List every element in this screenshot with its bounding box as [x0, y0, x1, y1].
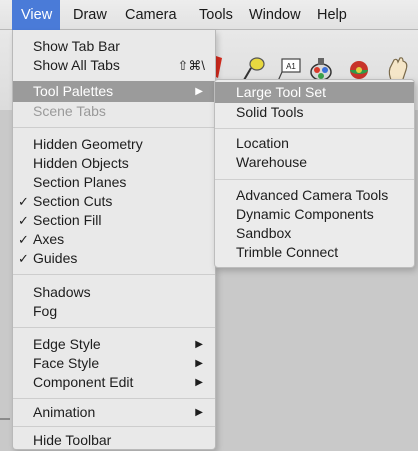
menu-separator	[13, 127, 215, 128]
menu-item-hide-toolbar[interactable]: Hide Toolbar	[13, 430, 215, 451]
submenu-item-sandbox[interactable]: Sandbox	[215, 223, 414, 244]
menu-item-fog[interactable]: Fog	[13, 301, 215, 322]
menu-item-shadows[interactable]: Shadows	[13, 282, 215, 303]
menu-view[interactable]: View	[12, 0, 60, 30]
menu-separator	[13, 327, 215, 328]
menu-separator	[215, 179, 414, 180]
menu-item-component-edit[interactable]: Component Edit ▶	[13, 372, 215, 393]
submenu-arrow-icon: ▶	[195, 377, 203, 388]
submenu-item-location[interactable]: Location	[215, 133, 414, 154]
submenu-item-label: Advanced Camera Tools	[236, 187, 389, 203]
menu-item-guides[interactable]: ✓ Guides	[13, 248, 215, 269]
submenu-arrow-icon: ▶	[195, 358, 203, 369]
menu-item-label: Shadows	[33, 284, 91, 300]
submenu-item-solid-tools[interactable]: Solid Tools	[215, 102, 414, 123]
submenu-item-large-tool-set[interactable]: Large Tool Set	[215, 82, 414, 103]
menu-help[interactable]: Help	[308, 0, 356, 30]
submenu-item-label: Dynamic Components	[236, 206, 374, 222]
menu-item-label: Section Fill	[33, 212, 102, 228]
menu-item-label: Hidden Geometry	[33, 136, 143, 152]
menu-item-label: Scene Tabs	[33, 103, 106, 119]
menu-item-show-all-tabs[interactable]: Show All Tabs ⇧⌘\	[13, 55, 215, 76]
keyboard-shortcut: ⇧⌘\	[177, 58, 205, 73]
menu-item-label: Face Style	[33, 355, 100, 371]
menu-separator	[13, 274, 215, 275]
checkmark-icon: ✓	[18, 194, 29, 209]
menu-item-label: Tool Palettes	[33, 83, 114, 99]
menu-item-hidden-geometry[interactable]: Hidden Geometry	[13, 134, 215, 155]
menu-item-label: Hide Toolbar	[33, 432, 112, 448]
menu-item-scene-tabs: Scene Tabs	[13, 101, 215, 122]
submenu-arrow-icon: ▶	[195, 86, 203, 97]
menu-item-label: Section Cuts	[33, 193, 113, 209]
submenu-item-label: Location	[236, 135, 289, 151]
menu-camera[interactable]: Camera	[116, 0, 186, 30]
menu-item-label: Section Planes	[33, 174, 127, 190]
menu-item-animation[interactable]: Animation ▶	[13, 402, 215, 423]
menu-item-label: Show All Tabs	[33, 57, 120, 73]
menu-item-label: Edge Style	[33, 336, 101, 352]
submenu-item-label: Sandbox	[236, 225, 292, 241]
menu-item-label: Guides	[33, 250, 78, 266]
menu-separator	[13, 398, 215, 399]
submenu-arrow-icon: ▶	[195, 407, 203, 418]
submenu-arrow-icon: ▶	[195, 339, 203, 350]
submenu-item-dynamic-components[interactable]: Dynamic Components	[215, 204, 414, 225]
menu-item-label: Component Edit	[33, 374, 134, 390]
menu-separator	[13, 426, 215, 427]
menu-item-show-tab-bar[interactable]: Show Tab Bar	[13, 36, 215, 57]
submenu-item-label: Trimble Connect	[236, 244, 339, 260]
submenu-item-label: Warehouse	[236, 154, 308, 170]
menu-item-label: Fog	[33, 303, 58, 319]
checkmark-icon: ✓	[18, 213, 29, 228]
menu-item-section-fill[interactable]: ✓ Section Fill	[13, 210, 215, 231]
menu-separator	[215, 128, 414, 129]
menu-item-axes[interactable]: ✓ Axes	[13, 229, 215, 250]
menu-window[interactable]: Window	[240, 0, 310, 30]
checkmark-icon: ✓	[18, 232, 29, 247]
svg-text:A1: A1	[286, 62, 296, 71]
menu-bar: View Draw Camera Tools Window Help	[0, 0, 418, 30]
checkmark-icon: ✓	[18, 251, 29, 266]
menu-item-tool-palettes[interactable]: Tool Palettes ▶	[13, 81, 215, 102]
divider	[0, 418, 10, 420]
submenu-item-advanced-camera-tools[interactable]: Advanced Camera Tools	[215, 185, 414, 206]
submenu-item-trimble-connect[interactable]: Trimble Connect	[215, 242, 414, 263]
view-menu-dropdown: Show Tab Bar Show All Tabs ⇧⌘\ Tool Pale…	[12, 30, 216, 450]
menu-item-label: Axes	[33, 231, 65, 247]
submenu-item-label: Large Tool Set	[236, 84, 327, 100]
submenu-item-label: Solid Tools	[236, 104, 304, 120]
menu-draw[interactable]: Draw	[64, 0, 116, 30]
tool-palettes-submenu: Large Tool Set Solid Tools Location Ware…	[214, 79, 415, 268]
menu-item-section-cuts[interactable]: ✓ Section Cuts	[13, 191, 215, 212]
menu-item-label: Show Tab Bar	[33, 38, 120, 54]
menu-item-section-planes[interactable]: Section Planes	[13, 172, 215, 193]
menu-item-hidden-objects[interactable]: Hidden Objects	[13, 153, 215, 174]
menu-item-face-style[interactable]: Face Style ▶	[13, 353, 215, 374]
submenu-item-warehouse[interactable]: Warehouse	[215, 152, 414, 173]
menu-item-label: Hidden Objects	[33, 155, 129, 171]
menu-item-label: Animation	[33, 404, 96, 420]
menu-tools[interactable]: Tools	[190, 0, 242, 30]
menu-item-edge-style[interactable]: Edge Style ▶	[13, 334, 215, 355]
